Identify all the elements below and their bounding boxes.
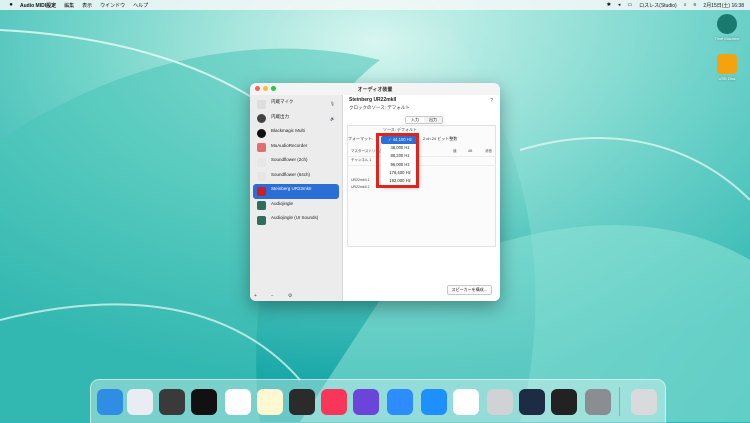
- device-name: 内蔵マイク: [271, 99, 294, 104]
- audio-devices-window: オーディオ装置 内蔵マイク 🎙 内蔵出力 🔊 Blackmagic Multi …: [250, 83, 500, 301]
- notes-icon[interactable]: [257, 389, 283, 415]
- chrome-icon[interactable]: [225, 389, 251, 415]
- search-icon[interactable]: ⌕: [684, 2, 687, 8]
- battery-icon[interactable]: ▭: [627, 2, 632, 8]
- window-titlebar[interactable]: オーディオ装置: [250, 83, 500, 95]
- divider: [347, 165, 496, 166]
- remove-device-button[interactable]: −: [271, 293, 274, 299]
- dock-separator: [619, 387, 620, 416]
- menu-bar: ● Audio MIDI設定 編集 表示 ウインドウ ヘルプ ✱ ◂ ▭ ロスレ…: [0, 0, 750, 10]
- headphones-icon: [257, 114, 266, 123]
- sidebar-footer: + − ⚙: [254, 293, 292, 299]
- device-item-builtin-mic[interactable]: 内蔵マイク 🎙: [253, 97, 339, 112]
- window-title: オーディオ装置: [357, 87, 393, 93]
- bluetooth-icon[interactable]: ✱: [607, 2, 611, 8]
- audio-app-icon[interactable]: [191, 389, 217, 415]
- device-item-builtin-output[interactable]: 内蔵出力 🔊: [253, 112, 339, 127]
- format-value[interactable]: 2 ch 24 ビット整数: [423, 136, 457, 142]
- add-device-button[interactable]: +: [254, 293, 257, 299]
- highlight-box: [376, 133, 419, 188]
- table-row: UR22mkII 2: [351, 185, 370, 189]
- device-item-blackmagic[interactable]: Blackmagic Multi: [253, 126, 339, 141]
- status-item-audio[interactable]: ロスレス(Studio): [639, 2, 677, 9]
- control-center-icon[interactable]: ≡: [694, 2, 697, 8]
- gear-icon[interactable]: [585, 389, 611, 415]
- quicktime-icon[interactable]: [519, 389, 545, 415]
- device-title: Steinberg UR22mkII: [349, 97, 397, 103]
- device-list: 内蔵マイク 🎙 内蔵出力 🔊 Blackmagic Multi MuAudioR…: [250, 95, 343, 301]
- device-name: Audiojingle (UI Sounds): [271, 215, 319, 220]
- recorder-icon: [257, 143, 266, 152]
- audiojingle-icon: [257, 215, 266, 225]
- app-store-icon[interactable]: [421, 389, 447, 415]
- menu-edit[interactable]: 編集: [64, 2, 74, 9]
- audiojingle-icon: [257, 201, 266, 210]
- microphone-icon: [257, 99, 266, 109]
- device-name: Steinberg UR22mkII: [271, 186, 312, 191]
- soundflower-icon: [257, 157, 266, 167]
- soundflower-icon: [257, 172, 266, 181]
- gear-icon[interactable]: ⚙: [288, 293, 292, 299]
- device-detail-pane: Steinberg UR22mkII クロックのソース: デフォルト ? 入力 …: [343, 95, 500, 301]
- input-indicator: 🎙: [329, 101, 335, 106]
- clock-source[interactable]: クロックのソース: デフォルト: [349, 105, 410, 111]
- table-row: チャンネル 1: [351, 158, 372, 162]
- music-icon[interactable]: [321, 389, 347, 415]
- evernote-icon[interactable]: [453, 389, 479, 415]
- usb-drive-icon: [717, 54, 737, 74]
- device-item-soundflower-2ch[interactable]: Soundflower (2ch): [253, 155, 339, 170]
- dvd-icon[interactable]: [487, 389, 513, 415]
- format-label: フォーマット:: [348, 136, 374, 141]
- device-item-soundflower-64ch[interactable]: Soundflower (64ch): [253, 170, 339, 185]
- blackmagic-icon: [257, 128, 266, 138]
- device-item-muaudio[interactable]: MuAudioRecorder: [253, 141, 339, 156]
- desktop-icon-label: Time Machine: [714, 36, 740, 41]
- time-machine-icon: [717, 14, 737, 34]
- configure-speakers-button[interactable]: スピーカーを構成...: [446, 285, 492, 295]
- device-item-audiojingle-ui[interactable]: Audiojingle (UI Sounds): [253, 213, 339, 228]
- column-db: dB: [468, 149, 473, 153]
- device-name: Audiojingle: [271, 200, 294, 206]
- volume-icon[interactable]: ◂: [618, 2, 621, 8]
- apple-menu-icon[interactable]: ●: [8, 2, 14, 8]
- usb-audio-icon: [257, 186, 266, 196]
- output-indicator: 🔊: [330, 115, 335, 121]
- help-button[interactable]: ?: [490, 98, 493, 104]
- device-name: Blackmagic Multi: [271, 128, 305, 133]
- zoom-icon[interactable]: [387, 389, 413, 415]
- launchpad-icon[interactable]: [127, 389, 153, 415]
- menu-app-name[interactable]: Audio MIDI設定: [20, 2, 56, 9]
- menu-clock[interactable]: 2月15日(土) 16:38: [703, 2, 744, 9]
- column-value: 値: [453, 149, 457, 153]
- menu-help[interactable]: ヘルプ: [133, 2, 148, 9]
- dock: [90, 379, 666, 423]
- table-row: UR22mkII 1: [351, 178, 370, 182]
- tab-input[interactable]: 入力: [406, 117, 424, 123]
- trash-icon[interactable]: [631, 389, 657, 415]
- io-segmented-control: 入力 出力: [405, 116, 443, 124]
- piano-icon[interactable]: [551, 389, 577, 415]
- device-item-audiojingle[interactable]: Audiojingle: [253, 199, 339, 214]
- desktop-icon-usb-disk[interactable]: USB Disk: [707, 54, 747, 81]
- device-name: Soundflower (64ch): [271, 171, 311, 177]
- device-item-steinberg[interactable]: Steinberg UR22mkII: [253, 184, 339, 199]
- desktop-icon-label: USB Disk: [718, 76, 736, 81]
- divider: [347, 156, 496, 157]
- device-name: Soundflower (2ch): [271, 157, 308, 162]
- column-mute: 消音: [485, 149, 492, 153]
- status-area: ✱ ◂ ▭ ロスレス(Studio) ⌕ ≡ 2月15日(土) 16:38: [607, 0, 744, 10]
- desktop-icon-time-machine[interactable]: Time Machine: [707, 14, 747, 41]
- finder-icon[interactable]: [97, 389, 123, 415]
- device-name: 内蔵出力: [271, 113, 289, 119]
- menu-window[interactable]: ウインドウ: [100, 2, 125, 9]
- star-icon[interactable]: [353, 389, 379, 415]
- disk-utility-icon[interactable]: [159, 389, 185, 415]
- menu-view[interactable]: 表示: [82, 2, 92, 9]
- device-name: MuAudioRecorder: [271, 142, 308, 148]
- calculator-icon[interactable]: [289, 389, 315, 415]
- tab-output[interactable]: 出力: [424, 117, 442, 123]
